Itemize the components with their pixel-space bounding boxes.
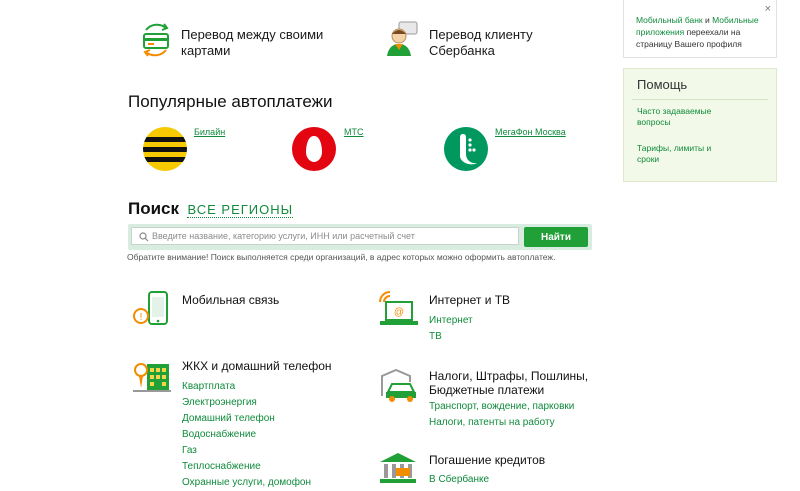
category-title: ЖКХ и домашний телефон: [182, 359, 332, 373]
autopay-title: Популярные автоплатежи: [128, 92, 333, 111]
category-internet: @ Интернет и ТВ Интернет ТВ: [376, 290, 596, 346]
list-item[interactable]: Электроэнергия: [182, 395, 311, 411]
loans-list: В Сбербанке: [429, 472, 489, 488]
list-item[interactable]: Водоснабжение: [182, 427, 311, 443]
list-item[interactable]: Транспорт, вождение, парковки: [429, 399, 574, 415]
category-title-line: Налоги, Штрафы, Пошлины,: [429, 369, 589, 383]
bank-building-icon: [380, 453, 416, 483]
person-transfer-icon: [387, 21, 418, 56]
category-title: Налоги, Штрафы, Пошлины, Бюджетные плате…: [429, 369, 588, 397]
help-panel: Помощь Часто задаваемые вопросы Тарифы, …: [623, 68, 777, 182]
autopay-label: МегаФон Москва: [495, 127, 566, 137]
search-box: Найти: [128, 224, 592, 250]
category-title: Интернет и ТВ: [429, 293, 511, 307]
search-icon: [139, 232, 149, 242]
all-regions-link[interactable]: ВСЕ РЕГИОНЫ: [187, 202, 294, 218]
category-taxes: Налоги, Штрафы, Пошлины, Бюджетные плате…: [376, 366, 606, 436]
transfer-between-cards[interactable]: Перевод между своими картами: [138, 22, 338, 62]
search-header: Поиск ВСЕ РЕГИОНЫ: [128, 199, 294, 219]
transfer-to-client-label: Перевод клиенту Сбербанка: [429, 27, 533, 58]
internet-list: Интернет ТВ: [429, 313, 473, 345]
autopay-megafon[interactable]: МегаФон Москва: [443, 126, 593, 172]
category-title: Мобильная связь: [182, 293, 280, 307]
car-fine-icon: [381, 368, 416, 402]
faq-link-line: Часто задаваемые: [637, 106, 712, 116]
search-note: Обратите внимание! Поиск выполняется сре…: [127, 252, 556, 262]
house-icon: [133, 363, 171, 392]
faq-link[interactable]: Часто задаваемые вопросы: [637, 106, 711, 128]
mts-logo-icon: [292, 127, 336, 171]
megafon-logo-icon: [444, 127, 488, 171]
promo-text-and: и: [702, 15, 713, 25]
autopay-mts[interactable]: МТС: [291, 126, 431, 172]
promo-notice: × Мобильный банк и Мобильные приложения …: [623, 0, 777, 58]
svg-text:!: !: [140, 312, 143, 323]
divider: [632, 99, 768, 100]
faq-link-line: вопросы: [637, 117, 671, 127]
search-title: Поиск: [128, 199, 180, 218]
laptop-internet-icon: @: [379, 291, 418, 325]
list-item[interactable]: В Сбербанке: [429, 472, 489, 488]
category-housing: ЖКХ и домашний телефон Квартплата Электр…: [131, 356, 371, 490]
svg-text:@: @: [394, 307, 404, 318]
autopay-label: МТС: [344, 127, 364, 137]
taxes-list: Транспорт, вождение, парковки Налоги, па…: [429, 399, 574, 431]
category-loans: Погашение кредитов В Сбербанке: [376, 450, 596, 490]
category-title-line: Бюджетные платежи: [429, 383, 545, 397]
list-item[interactable]: Теплоснабжение: [182, 459, 311, 475]
beeline-logo-icon: [143, 127, 187, 171]
tariffs-link-line: Тарифы, лимиты и: [637, 143, 712, 153]
mobile-bank-link[interactable]: Мобильный банк: [636, 15, 703, 25]
list-item[interactable]: Домашний телефон: [182, 411, 311, 427]
help-title: Помощь: [637, 77, 688, 92]
list-item[interactable]: Охранные услуги, домофон: [182, 475, 311, 491]
category-mobile[interactable]: ! Мобильная связь: [131, 290, 341, 332]
housing-list: Квартплата Электроэнергия Домашний телеф…: [182, 379, 311, 491]
cards-transfer-icon: [143, 23, 169, 57]
list-item[interactable]: Газ: [182, 443, 311, 459]
search-button[interactable]: Найти: [524, 227, 588, 247]
search-input[interactable]: [131, 227, 519, 245]
autopay-beeline[interactable]: Билайн: [142, 126, 282, 172]
transfer-between-cards-label: Перевод между своими: [181, 27, 324, 42]
close-icon[interactable]: ×: [765, 3, 771, 15]
list-item[interactable]: Интернет: [429, 313, 473, 329]
mobile-phone-icon: !: [133, 291, 168, 325]
list-item[interactable]: Налоги, патенты на работу: [429, 415, 574, 431]
category-title: Погашение кредитов: [429, 453, 546, 467]
transfer-between-cards-label-2: картами: [181, 43, 231, 58]
transfer-to-client[interactable]: Перевод клиенту Сбербанка: [385, 20, 595, 60]
autopay-label: Билайн: [194, 127, 226, 137]
list-item[interactable]: ТВ: [429, 329, 473, 345]
tariffs-link-line: сроки: [637, 154, 660, 164]
list-item[interactable]: Квартплата: [182, 379, 311, 395]
tariffs-link[interactable]: Тарифы, лимиты и сроки: [637, 143, 711, 165]
